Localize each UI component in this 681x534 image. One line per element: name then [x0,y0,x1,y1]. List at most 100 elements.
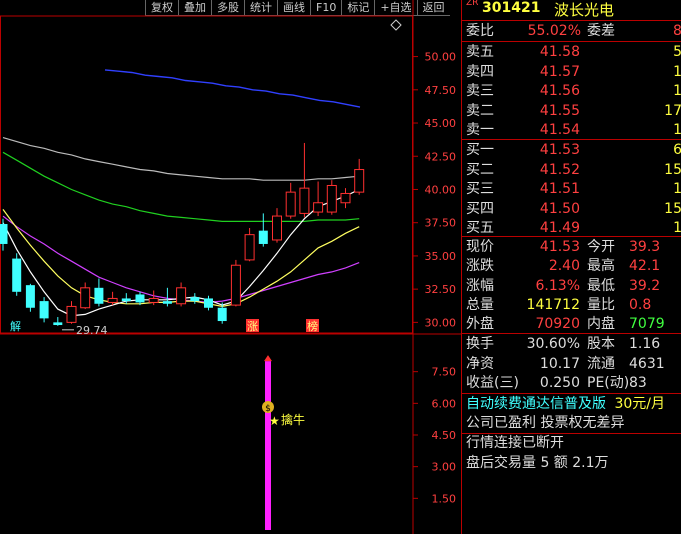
candle-body [217,307,227,322]
promo-text[interactable]: 自动续费通达信普及版 [466,396,606,412]
ask-label: 卖三 [466,83,494,99]
bid-label: 买三 [466,181,494,197]
bid-row[interactable]: 买二 41.52 15 [466,160,681,180]
stat-label: 涨跌 [466,258,494,275]
ask-label: 卖一 [466,122,494,138]
fin-row: 收益(三) 0.250 PE(动) 83 [466,373,681,393]
indicator-tick-label: 1.50 [432,492,457,505]
ask-label: 卖四 [466,63,494,80]
stat-row: 现价 41.53 今开 39.3 [466,237,681,257]
stat-value-2: 39.2 [629,277,661,294]
ask-price: 41.56 [539,83,580,99]
indicator-bar [265,361,271,530]
fin-value-2: 1.16 [629,336,661,352]
bid-row[interactable]: 买一 41.53 6 [466,140,681,160]
bid-price: 41.52 [539,161,580,178]
stat-label-2: 最低 [587,277,615,294]
stat-row: 涨幅 6.13% 最低 39.2 [466,276,681,296]
candle-body [25,285,35,308]
fin-label: 净资 [466,355,494,372]
indicator-tick-label: 6.00 [432,397,457,410]
stat-value: 141712 [526,296,580,313]
marker-jie: 解 [10,319,21,333]
price-tick-label: 42.50 [425,150,457,163]
bid-label: 买五 [466,220,494,236]
bid-row[interactable]: 买三 41.51 1 [466,179,681,199]
stat-label: 涨幅 [466,277,494,294]
stat-row: 涨跌 2.40 最高 42.1 [466,256,681,276]
fin-value-2: 83 [629,375,647,391]
bid-row[interactable]: 买五 41.49 1 [466,218,681,238]
quote-panel: ZR 301421 波长光电 委比 55.02% 委差 8 卖五 41.58 5 卖四… [461,0,681,534]
fin-value: 0.250 [539,375,580,391]
ask-row[interactable]: 卖四 41.57 1 [466,62,681,82]
weicha-value: 8 [673,23,681,39]
low-price-label: 29.74 [76,324,108,337]
price-tick-label: 40.00 [425,183,457,196]
stat-label: 外盘 [466,316,494,333]
indicator-tick-label: 4.50 [432,429,457,442]
bid-volume: 15 [664,200,681,217]
bid-row[interactable]: 买四 41.50 15 [466,199,681,219]
candle-body [94,287,104,304]
stock-code: 301421 [482,0,541,16]
candle-body [148,297,159,303]
price-tick-label: 30.00 [425,316,457,329]
candle-body [39,301,49,319]
candle-body [121,298,131,302]
coin-symbol: $ [265,404,271,414]
weicha-label: 委差 [587,23,615,39]
ma-line-blue [104,69,361,108]
indicator-tick-label: 3.00 [432,461,457,474]
indicator-arrow [264,355,272,362]
candle-body [204,298,213,308]
chart-area: 50.00 47.50 45.00 42.50 40.00 37.50 35.00 32.50… [0,0,461,534]
promo-price[interactable]: 30元/月 [614,396,665,412]
candle-body [326,184,337,213]
ask-row[interactable]: 卖五 41.58 5 [466,42,681,62]
candle-body [12,258,22,292]
ma-line-gray [2,137,360,181]
fin-value: 30.60% [526,336,580,352]
candle-body [176,287,187,305]
candle-body [258,230,268,244]
indicator-tick-label: 7.50 [432,366,457,379]
stat-label: 总量 [466,296,494,313]
bid-volume: 1 [673,181,681,197]
promo-line[interactable]: 自动续费通达信普及版 30元/月 [466,394,665,414]
ask-price: 41.57 [539,63,580,80]
candle-body [244,234,255,261]
stock-name: 波长光电 [554,1,615,19]
stat-value-2: 0.8 [629,296,652,313]
ask-price: 41.54 [539,122,580,138]
ask-volume: 1 [673,122,681,138]
fin-value-2: 4631 [629,355,665,372]
fin-value: 10.17 [539,355,580,372]
weibi-row: 委比 55.02% 委差 8 [466,21,681,41]
bid-volume: 6 [673,142,681,158]
stat-label-2: 今开 [587,239,615,255]
ask-row[interactable]: 卖一 41.54 1 [466,120,681,140]
candle-body [313,202,324,213]
ask-volume: 5 [673,44,681,60]
candle-body [285,191,296,217]
candle-body [66,305,77,323]
ask-row[interactable]: 卖三 41.56 1 [466,81,681,101]
price-tick-label: 50.00 [425,51,457,64]
ask-label: 卖五 [466,44,494,60]
bid-label: 买一 [466,142,494,158]
candle-body [354,169,365,193]
price-tick-label: 45.00 [425,117,457,130]
stat-value: 41.53 [539,239,580,255]
ask-volume: 1 [673,63,681,80]
bid-price: 41.53 [539,142,580,158]
candle-body [80,287,91,309]
stat-label-2: 最高 [587,258,615,275]
stat-value-2: 42.1 [629,258,661,275]
candle-body [0,224,8,244]
ask-price: 41.58 [539,44,580,60]
ask-row[interactable]: 卖二 41.55 17 [466,101,681,121]
weibi-value: 55.02% [527,23,581,39]
stat-label-2: 内盘 [587,316,615,333]
price-tick-label: 37.50 [425,217,457,230]
